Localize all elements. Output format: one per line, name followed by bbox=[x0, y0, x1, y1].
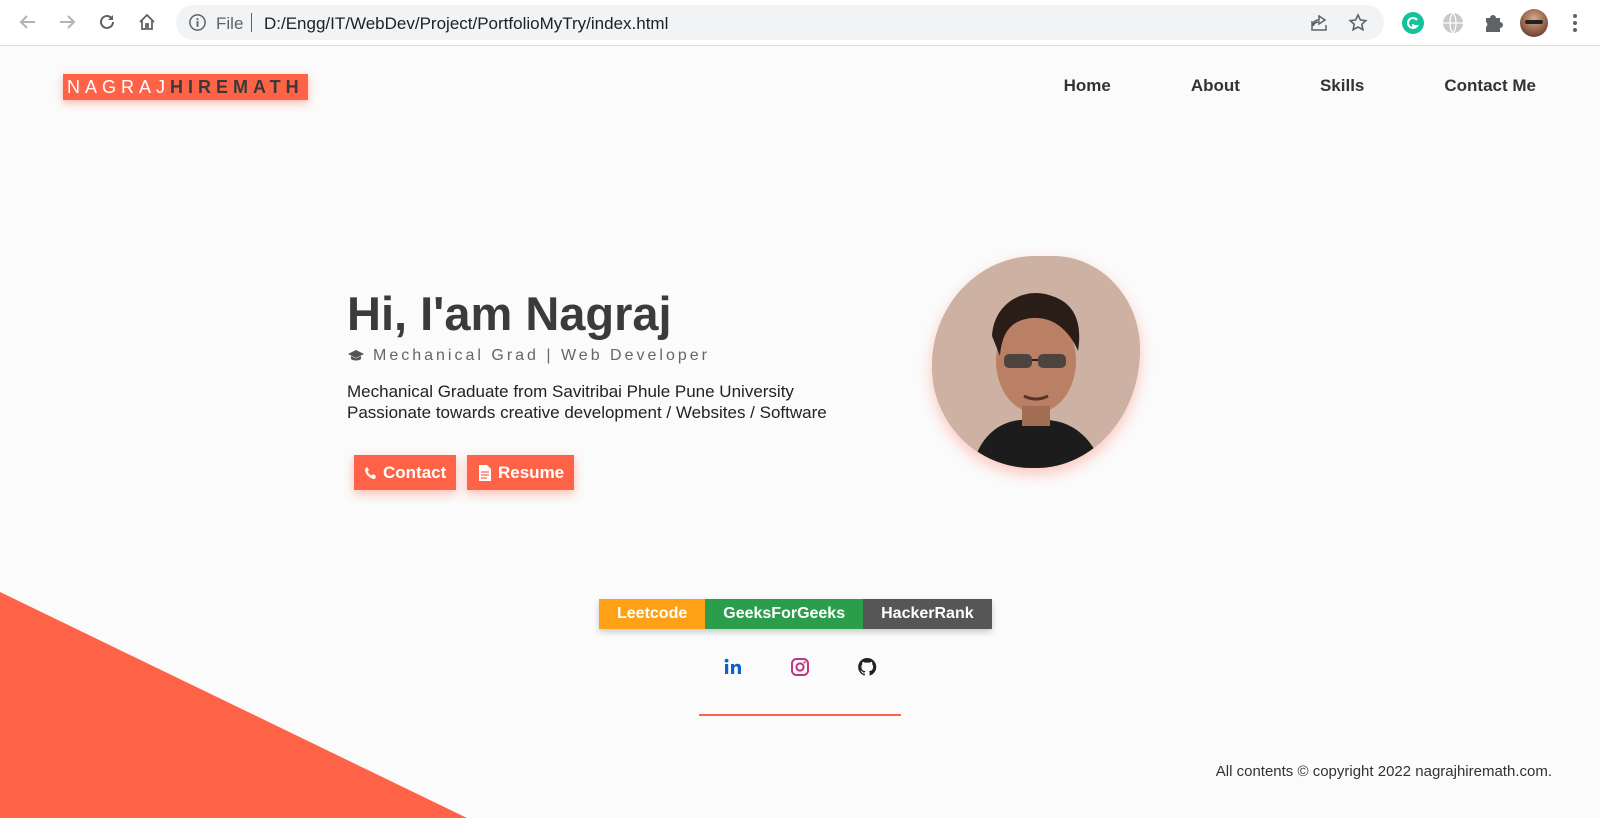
geeksforgeeks-link[interactable]: GeeksForGeeks bbox=[705, 599, 864, 629]
avatar-sunglasses bbox=[1525, 20, 1543, 24]
hackerrank-link[interactable]: HackerRank bbox=[863, 599, 992, 629]
phone-icon bbox=[365, 466, 376, 479]
nav-skills[interactable]: Skills bbox=[1320, 76, 1364, 96]
info-icon[interactable] bbox=[188, 13, 207, 32]
description-line-1: Mechanical Graduate from Savitribai Phul… bbox=[347, 382, 794, 401]
hero-description: Mechanical Graduate from Savitribai Phul… bbox=[347, 381, 827, 423]
omnibox-divider bbox=[251, 13, 252, 32]
copyright-text: All contents © copyright 2022 nagrajhire… bbox=[1215, 763, 1552, 780]
forward-button[interactable] bbox=[52, 7, 82, 37]
contact-button-label: Contact bbox=[383, 462, 447, 482]
linkedin-icon[interactable] bbox=[722, 656, 744, 678]
globe-extension-icon[interactable] bbox=[1440, 10, 1466, 36]
contact-button[interactable]: Contact bbox=[354, 455, 457, 490]
menu-kebab-icon[interactable] bbox=[1562, 10, 1588, 36]
site-logo[interactable]: NAGRAJ HIREMATH bbox=[63, 74, 308, 100]
resume-button-label: Resume bbox=[498, 462, 565, 482]
decorative-triangle bbox=[0, 592, 467, 818]
address-bar[interactable]: File D:/Engg/IT/WebDev/Project/Portfolio… bbox=[176, 5, 1384, 40]
home-icon bbox=[139, 13, 155, 30]
share-icon[interactable] bbox=[1308, 12, 1330, 34]
file-label: File bbox=[216, 14, 244, 33]
footer-divider bbox=[699, 714, 901, 716]
url-text[interactable]: D:/Engg/IT/WebDev/Project/PortfolioMyTry… bbox=[264, 14, 668, 34]
reload-button[interactable] bbox=[92, 7, 122, 37]
github-icon[interactable] bbox=[856, 656, 878, 678]
nav-contact-me[interactable]: Contact Me bbox=[1444, 76, 1536, 96]
leetcode-link[interactable]: Leetcode bbox=[599, 599, 706, 629]
main-nav: Home About Skills Contact Me bbox=[984, 76, 1536, 96]
nav-home[interactable]: Home bbox=[1064, 76, 1111, 96]
back-arrow-icon bbox=[19, 15, 35, 29]
home-button[interactable] bbox=[132, 7, 162, 37]
hero-subtitle: Mechanical Grad | Web Developer bbox=[347, 347, 710, 365]
extensions-puzzle-icon[interactable] bbox=[1480, 10, 1506, 36]
hero-title: Hi, I'am Nagraj bbox=[347, 287, 672, 340]
grammarly-icon[interactable] bbox=[1400, 10, 1426, 36]
logo-last-name: HIREMATH bbox=[170, 76, 304, 97]
bookmark-star-icon[interactable] bbox=[1347, 12, 1369, 34]
nav-about[interactable]: About bbox=[1191, 76, 1240, 96]
portfolio-page: NAGRAJ HIREMATH Home About Skills Contact… bbox=[0, 47, 1600, 818]
forward-arrow-icon bbox=[60, 15, 76, 29]
back-button[interactable] bbox=[13, 7, 43, 37]
resume-button[interactable]: Resume bbox=[467, 455, 575, 490]
instagram-icon[interactable] bbox=[789, 656, 811, 678]
description-line-2: Passionate towards creative development … bbox=[347, 403, 827, 422]
logo-first-name: NAGRAJ bbox=[67, 76, 171, 97]
document-icon bbox=[479, 464, 491, 481]
coding-profiles: Leetcode GeeksForGeeks HackerRank bbox=[599, 599, 992, 629]
subtitle-text: Mechanical Grad | Web Developer bbox=[373, 347, 710, 364]
browser-toolbar: File D:/Engg/IT/WebDev/Project/Portfolio… bbox=[0, 0, 1600, 46]
graduation-cap-icon bbox=[348, 350, 364, 361]
profile-avatar[interactable] bbox=[1520, 9, 1548, 37]
reload-icon bbox=[100, 14, 114, 29]
